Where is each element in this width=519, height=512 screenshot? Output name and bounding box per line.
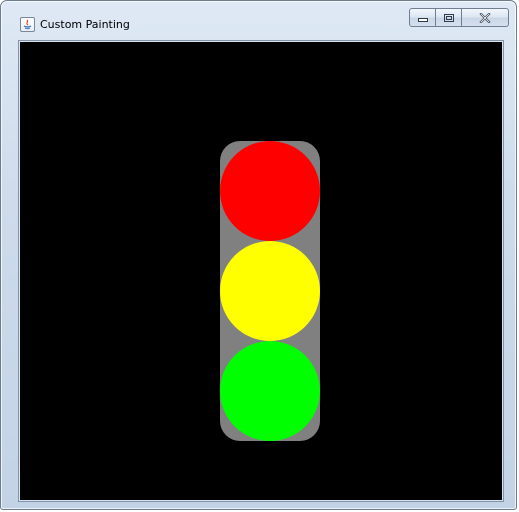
- application-window: Custom Painting: [0, 0, 517, 510]
- green-light: [220, 341, 320, 441]
- painting-canvas: [20, 42, 502, 500]
- close-button[interactable]: [462, 8, 509, 27]
- yellow-light: [220, 241, 320, 341]
- window-title: Custom Painting: [40, 18, 130, 31]
- maximize-button[interactable]: [436, 8, 462, 27]
- close-icon: [479, 12, 491, 23]
- title-bar[interactable]: Custom Painting: [1, 1, 516, 37]
- maximize-icon: [443, 13, 454, 22]
- traffic-light-drawing: [220, 141, 320, 441]
- content-pane: [18, 40, 504, 502]
- red-light: [220, 141, 320, 241]
- window-controls: [409, 8, 509, 27]
- java-icon[interactable]: [20, 17, 35, 32]
- minimize-icon: [417, 17, 428, 22]
- minimize-button[interactable]: [409, 8, 436, 27]
